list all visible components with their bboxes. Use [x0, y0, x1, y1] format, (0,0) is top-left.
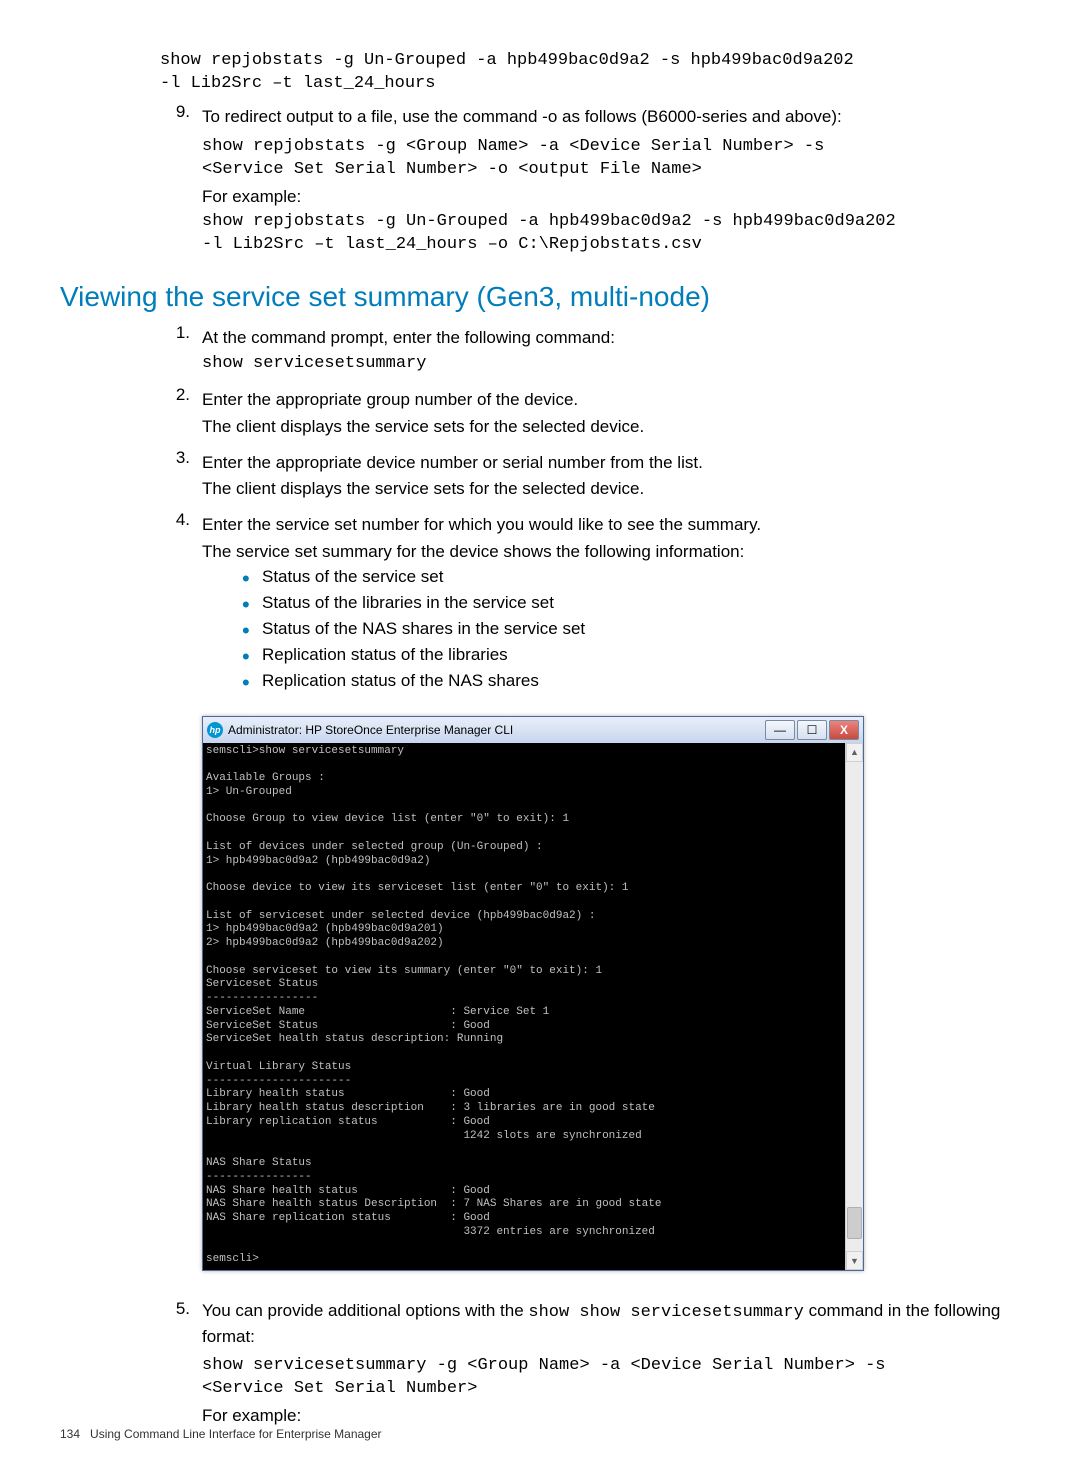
top-code-1: show repjobstats -g Un-Grouped -a hpb499…: [160, 50, 1020, 96]
cli-window: hp Administrator: HP StoreOnce Enterpris…: [202, 716, 864, 1272]
section-heading: Viewing the service set summary (Gen3, m…: [60, 281, 1020, 313]
text-line: Enter the service set number for which y…: [202, 513, 1020, 537]
item9-text: To redirect output to a file, use the co…: [202, 105, 1020, 129]
bullet-item: •Replication status of the NAS shares: [242, 671, 1020, 695]
bullet-text: Status of the service set: [262, 567, 1020, 591]
text-line: At the command prompt, enter the followi…: [202, 326, 1020, 350]
list-body: Enter the appropriate group number of th…: [202, 385, 1020, 442]
code-line: show servicesetsummary: [202, 353, 1020, 376]
cli-screenshot-block: hp Administrator: HP StoreOnce Enterpris…: [160, 716, 1020, 1272]
bullet-text: Status of the libraries in the service s…: [262, 593, 1020, 617]
scroll-thumb[interactable]: [847, 1207, 862, 1239]
bullet-dot-icon: •: [242, 645, 262, 669]
bullet-text: Status of the NAS shares in the service …: [262, 619, 1020, 643]
scroll-up-icon[interactable]: ▲: [846, 743, 863, 762]
step5-code: show servicesetsummary -g <Group Name> -…: [202, 1355, 1020, 1401]
list-item-9: 9. To redirect output to a file, use the…: [160, 102, 1020, 257]
hp-logo-icon: hp: [207, 722, 223, 738]
list-number: 4.: [160, 510, 190, 698]
list-item-5: 5. You can provide additional options wi…: [160, 1299, 1020, 1427]
cli-titlebar: hp Administrator: HP StoreOnce Enterpris…: [203, 717, 863, 743]
bullet-dot-icon: •: [242, 567, 262, 591]
bullet-dot-icon: •: [242, 593, 262, 617]
list-number: 1.: [160, 323, 190, 379]
list-body: Enter the appropriate device number or s…: [202, 448, 1020, 505]
page: show repjobstats -g Un-Grouped -a hpb499…: [0, 0, 1080, 1471]
list-number: 3.: [160, 448, 190, 505]
text-line: The client displays the service sets for…: [202, 415, 1020, 439]
list-number: 2.: [160, 385, 190, 442]
scrollbar[interactable]: ▲ ▼: [845, 743, 863, 1271]
text-line: The service set summary for the device s…: [202, 540, 1020, 564]
page-number: 134: [60, 1427, 80, 1441]
bullet-text: Replication status of the NAS shares: [262, 671, 1020, 695]
list-number: 9.: [160, 102, 190, 132]
cli-output: semscli>show servicesetsummary Available…: [203, 743, 845, 1271]
for-example: For example:: [202, 185, 1020, 209]
for-example-2: For example:: [202, 1404, 1020, 1428]
text-line: Enter the appropriate device number or s…: [202, 451, 1020, 475]
bullet-dot-icon: •: [242, 671, 262, 695]
minimize-button[interactable]: —: [765, 720, 795, 740]
page-footer: 134 Using Command Line Interface for Ent…: [60, 1427, 382, 1441]
bullet-dot-icon: •: [242, 619, 262, 643]
cli-title: Administrator: HP StoreOnce Enterprise M…: [228, 723, 763, 737]
step5-text: You can provide additional options with …: [202, 1299, 1020, 1349]
bullet-item: •Status of the service set: [242, 567, 1020, 591]
text-line: The client displays the service sets for…: [202, 477, 1020, 501]
scroll-track[interactable]: [846, 762, 863, 1252]
item9-code-2: show repjobstats -g Un-Grouped -a hpb499…: [202, 211, 1020, 257]
maximize-button[interactable]: ☐: [797, 720, 827, 740]
close-button[interactable]: X: [829, 720, 859, 740]
text-line: Enter the appropriate group number of th…: [202, 388, 1020, 412]
list-number: 5.: [160, 1299, 190, 1349]
item9-code: show repjobstats -g <Group Name> -a <Dev…: [202, 136, 1020, 182]
chapter-title: Using Command Line Interface for Enterpr…: [90, 1427, 381, 1441]
bullet-item: •Replication status of the libraries: [242, 645, 1020, 669]
steps-list: 1. At the command prompt, enter the follo…: [160, 323, 1020, 697]
bullet-item: •Status of the NAS shares in the service…: [242, 619, 1020, 643]
list-body: Enter the service set number for which y…: [202, 510, 1020, 698]
scroll-down-icon[interactable]: ▼: [846, 1251, 863, 1270]
bullet-item: •Status of the libraries in the service …: [242, 593, 1020, 617]
bullet-text: Replication status of the libraries: [262, 645, 1020, 669]
list-body: At the command prompt, enter the followi…: [202, 323, 1020, 379]
